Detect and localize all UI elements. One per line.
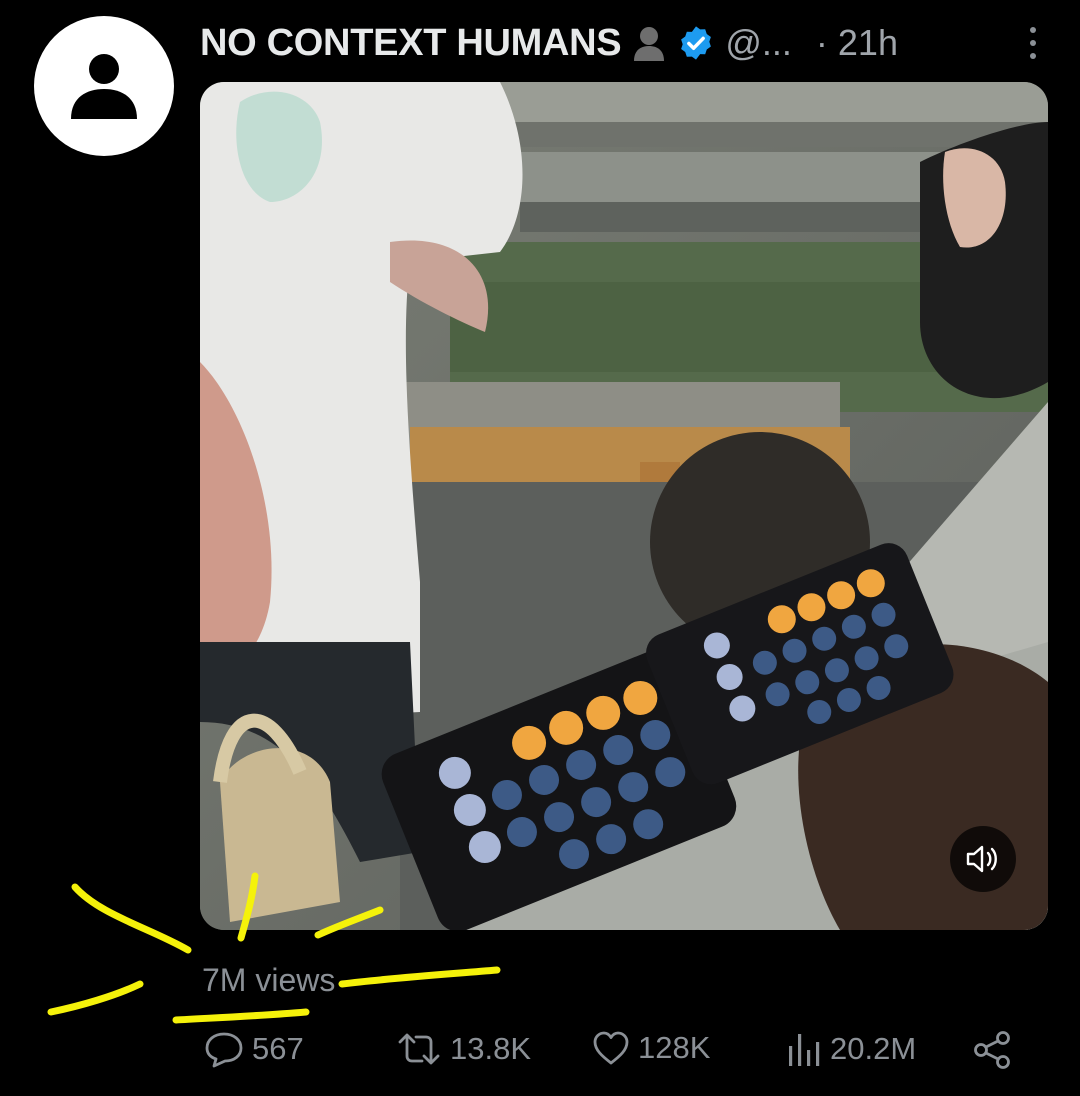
- bust-silhouette-icon: [634, 27, 665, 61]
- more-options-button[interactable]: [1026, 24, 1040, 67]
- action-bar: 567 13.8K 128K 20.2M: [200, 1030, 1030, 1078]
- reply-count: 567: [252, 1031, 304, 1066]
- like-button[interactable]: 128K: [592, 1030, 710, 1066]
- analytics-count: 20.2M: [830, 1031, 917, 1066]
- sound-toggle-button[interactable]: [950, 826, 1016, 892]
- repost-count: 13.8K: [450, 1031, 532, 1066]
- video-player[interactable]: [200, 82, 1048, 930]
- heart-icon: [593, 1031, 629, 1065]
- video-frame: [200, 82, 1048, 930]
- speaker-muted-icon: [966, 845, 997, 873]
- reply-button[interactable]: 567: [204, 1030, 304, 1068]
- tweet-header: NO CONTEXT HUMANS @... · 21h: [200, 18, 1040, 68]
- view-count-label: 7M views: [202, 962, 336, 998]
- author-avatar[interactable]: [34, 16, 174, 156]
- post-time[interactable]: 21h: [838, 22, 898, 64]
- time-separator: ·: [815, 22, 828, 63]
- author-handle[interactable]: @...: [725, 22, 792, 64]
- reply-icon: [205, 1032, 243, 1068]
- default-avatar-icon: [71, 54, 137, 119]
- more-vertical-icon: [1030, 27, 1036, 59]
- like-count: 128K: [638, 1030, 711, 1065]
- share-icon: [974, 1031, 1010, 1069]
- author-name[interactable]: NO CONTEXT HUMANS: [200, 22, 622, 65]
- repost-button[interactable]: 13.8K: [396, 1030, 531, 1068]
- share-button[interactable]: [972, 1030, 1014, 1070]
- analytics-bars-icon: [789, 1034, 820, 1066]
- repost-icon: [398, 1033, 440, 1065]
- verified-badge-icon: [681, 26, 712, 60]
- analytics-button[interactable]: 20.2M: [786, 1030, 916, 1068]
